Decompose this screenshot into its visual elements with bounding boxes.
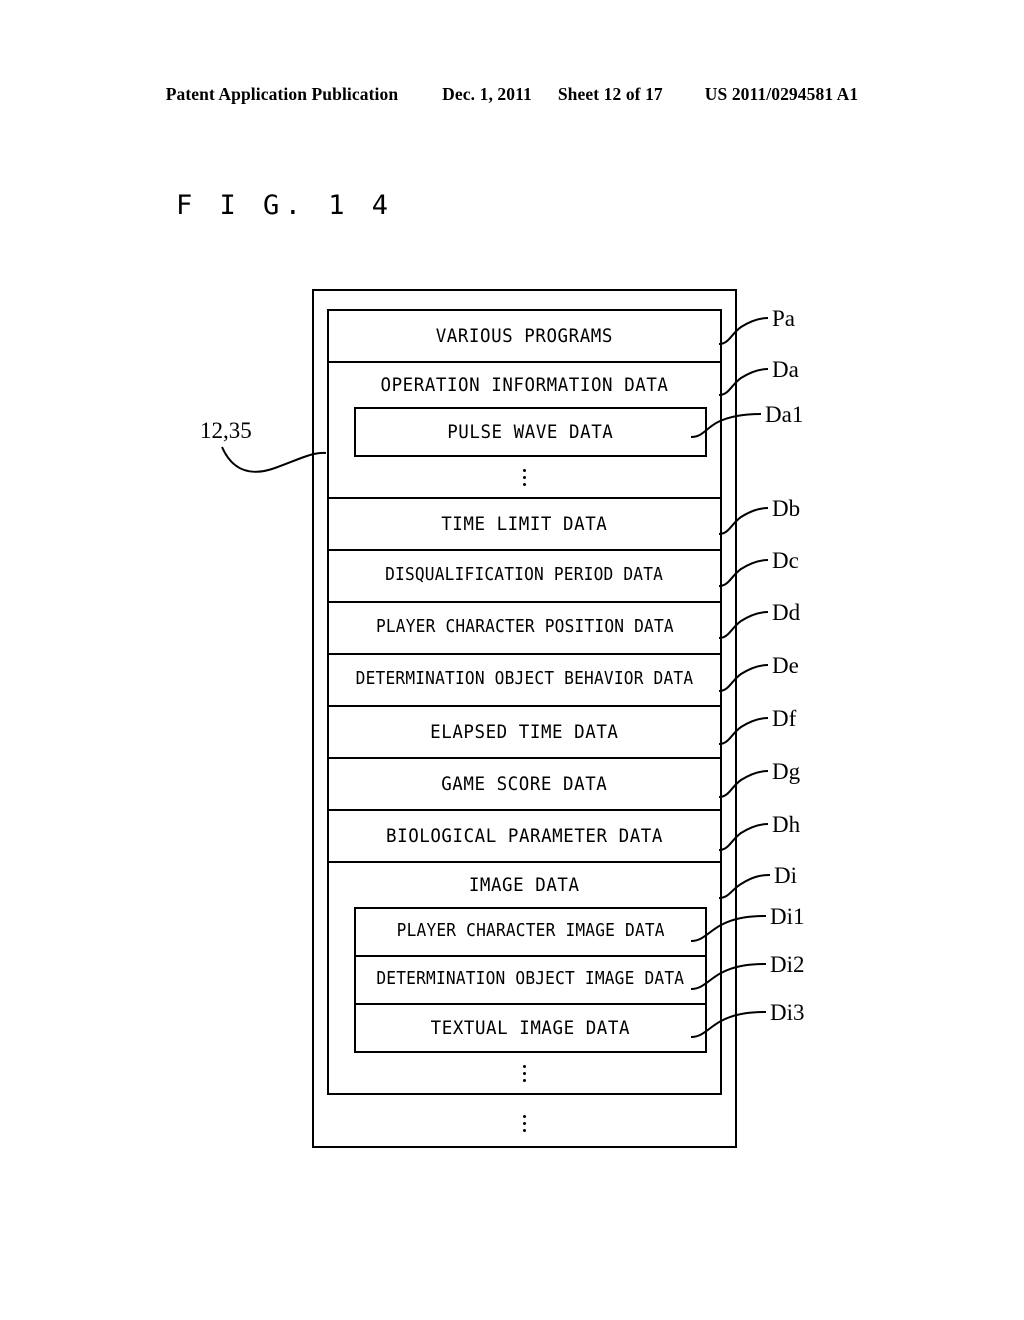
leader-di2 [690, 963, 767, 990]
leader-memory-ref [221, 446, 327, 473]
ref-label-df: Df [772, 706, 797, 731]
ref-label-di1: Di1 [770, 904, 805, 929]
leader-pa [718, 317, 769, 345]
ref-label-dg: Dg [772, 759, 801, 784]
ref-label-dc: Dc [772, 548, 799, 573]
ref-label-di2: Di2 [770, 952, 805, 977]
ref-label-pa: Pa [772, 306, 795, 331]
leader-dg [718, 770, 769, 798]
ref-label-memory: 12,35 [200, 418, 252, 443]
leader-dh [718, 823, 769, 851]
ref-label-di: Di [774, 863, 797, 888]
leader-lines [221, 317, 771, 1038]
leader-df [718, 717, 769, 745]
leader-dd [718, 611, 769, 639]
leader-dc [718, 559, 769, 587]
ref-label-dh: Dh [772, 812, 801, 837]
ref-label-da: Da [772, 357, 799, 382]
memory-map-diagram: VARIOUS PROGRAMS OPERATION INFORMATION D… [0, 0, 1024, 1320]
leader-de [718, 664, 769, 692]
ref-label-da1: Da1 [765, 402, 804, 427]
leader-di1 [690, 915, 767, 942]
leader-da [718, 368, 769, 396]
ref-label-di3: Di3 [770, 1000, 805, 1025]
leader-di3 [690, 1011, 767, 1038]
ref-label-db: Db [772, 496, 801, 521]
leader-db [718, 507, 769, 535]
leader-da1 [690, 413, 762, 438]
ref-label-de: De [772, 653, 799, 678]
ref-label-dd: Dd [772, 600, 801, 625]
leader-di [718, 874, 771, 899]
